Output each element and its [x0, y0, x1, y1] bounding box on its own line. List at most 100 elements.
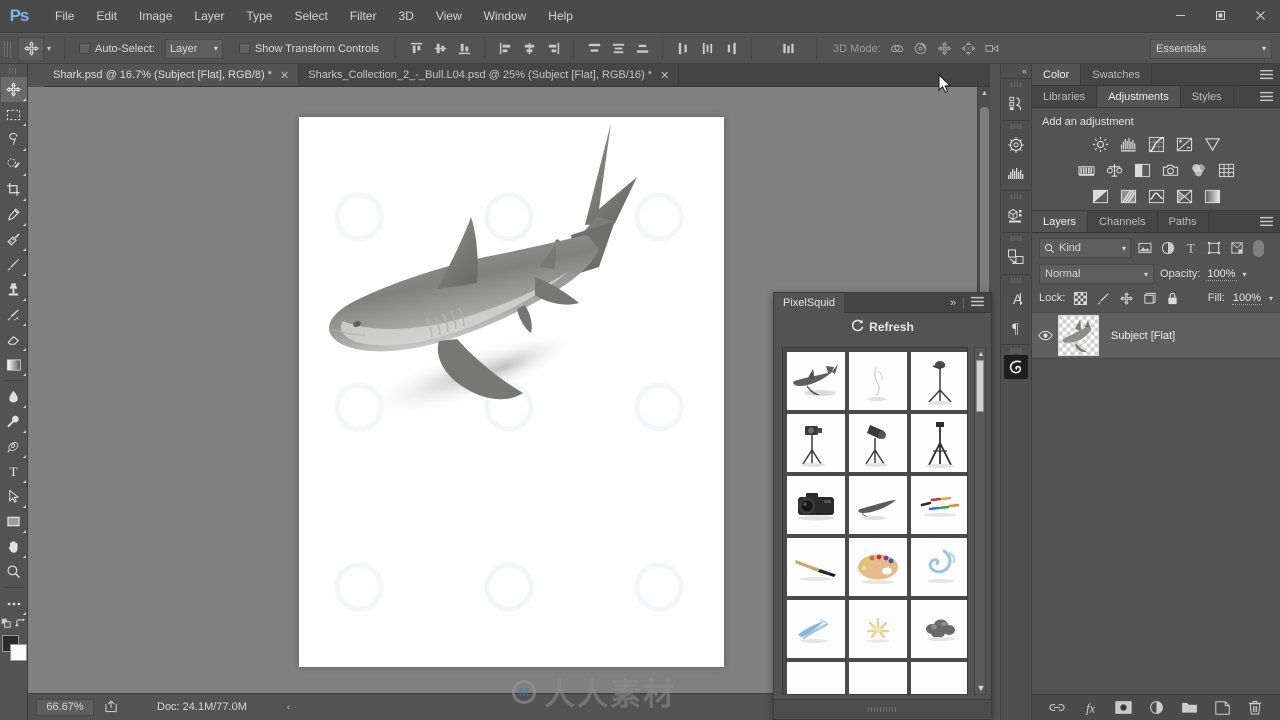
workspace-dropdown[interactable]: Essentials ▾ [1150, 38, 1272, 59]
refresh-button[interactable]: Refresh [774, 313, 991, 340]
opacity-value[interactable]: 100% [1206, 268, 1237, 281]
align-bottom-edges-icon[interactable] [452, 38, 476, 60]
measurement-log-panel-icon[interactable] [1002, 201, 1030, 229]
fill-value[interactable]: 100% [1231, 292, 1262, 305]
move-tool-icon[interactable] [18, 36, 44, 61]
color-balance-icon[interactable] [1105, 161, 1124, 180]
edit-toolbar-tool[interactable] [1, 591, 27, 616]
panel-menu-icon[interactable] [1253, 64, 1280, 85]
fill-chevron-icon[interactable]: ▾ [1269, 294, 1273, 303]
menu-help[interactable]: Help [537, 4, 584, 28]
document-canvas[interactable] [299, 117, 724, 667]
brush-tool[interactable] [1, 252, 27, 277]
panel-menu-icon[interactable] [1253, 211, 1280, 232]
invert-icon[interactable] [1091, 187, 1110, 206]
eraser-tool[interactable] [1, 327, 27, 352]
filter-enable-toggle[interactable] [1253, 239, 1264, 257]
tab-pixelsquid[interactable]: PixelSquid [774, 292, 844, 313]
menu-image[interactable]: Image [128, 4, 183, 28]
list-item[interactable] [787, 538, 845, 596]
list-item[interactable] [911, 538, 967, 596]
tab-swatches[interactable]: Swatches [1081, 64, 1152, 85]
spot-healing-brush-tool[interactable] [1, 227, 27, 252]
hand-tool[interactable] [1, 534, 27, 559]
close-icon[interactable]: ✕ [660, 69, 669, 82]
filter-smart-objects-icon[interactable] [1227, 238, 1246, 258]
lock-all-icon[interactable] [1164, 290, 1180, 306]
tab-layers[interactable]: Layers [1032, 211, 1089, 232]
distribute-vertical-centers-icon[interactable] [606, 38, 630, 60]
tool-preset-chevron-icon[interactable]: ▾ [47, 44, 51, 53]
list-item[interactable] [911, 414, 967, 472]
panel-menu-icon[interactable] [1253, 86, 1280, 107]
options-bar-grip[interactable] [4, 37, 13, 60]
scroll-up-arrow-icon[interactable]: ▲ [975, 348, 987, 360]
list-item[interactable] [849, 476, 907, 534]
menu-filter[interactable]: Filter [339, 4, 388, 28]
lock-artboard-nesting-icon[interactable] [1141, 290, 1157, 306]
menu-layer[interactable]: Layer [183, 4, 235, 28]
hue-saturation-icon[interactable] [1077, 161, 1096, 180]
opacity-chevron-icon[interactable]: ▾ [1243, 270, 1247, 279]
scale-3d-object-icon[interactable] [981, 38, 1005, 60]
zoom-tool[interactable] [1, 559, 27, 584]
list-item[interactable] [787, 662, 845, 694]
minimize-button[interactable] [1160, 0, 1200, 30]
exposure-icon[interactable] [1175, 135, 1194, 154]
align-left-edges-icon[interactable] [493, 38, 517, 60]
add-layer-mask-icon[interactable] [1114, 699, 1132, 716]
list-item[interactable] [787, 352, 845, 410]
swap-colors-icon[interactable] [14, 617, 27, 629]
curves-icon[interactable] [1147, 135, 1166, 154]
list-item[interactable] [787, 476, 845, 534]
character-panel-icon[interactable]: A [1002, 285, 1030, 313]
eyedropper-tool[interactable] [1, 202, 27, 227]
blur-tool[interactable] [1, 384, 27, 409]
lock-position-icon[interactable] [1118, 290, 1134, 306]
selective-color-icon[interactable] [1175, 187, 1194, 206]
tab-styles[interactable]: Styles [1180, 86, 1234, 107]
clone-source-panel-icon[interactable] [1002, 243, 1030, 271]
rail-grip[interactable] [1011, 124, 1021, 129]
layer-thumbnail[interactable] [1058, 315, 1099, 356]
list-item[interactable] [911, 600, 967, 658]
menu-view[interactable]: View [425, 4, 473, 28]
distribute-top-edges-icon[interactable] [582, 38, 606, 60]
align-vertical-centers-icon[interactable] [428, 38, 452, 60]
show-transform-checkbox[interactable] [238, 43, 250, 54]
maximize-button[interactable] [1200, 0, 1240, 30]
new-group-icon[interactable] [1181, 699, 1198, 716]
paragraph-panel-icon[interactable]: ¶ [1002, 313, 1030, 341]
blend-mode-dropdown[interactable]: Normal ▾ [1039, 264, 1154, 284]
auto-select-group[interactable]: Auto-Select: [79, 43, 155, 55]
layer-filter-kind-dropdown[interactable]: Kind ▾ [1039, 238, 1131, 258]
pen-tool[interactable] [1, 434, 27, 459]
pixelsquid-panel-icon[interactable] [1004, 355, 1028, 379]
rail-grip[interactable] [1011, 194, 1021, 199]
distribute-horizontal-centers-icon[interactable] [695, 38, 719, 60]
filter-adjustment-layers-icon[interactable] [1158, 238, 1177, 258]
new-layer-icon[interactable] [1214, 699, 1231, 716]
vibrance-icon[interactable] [1203, 135, 1222, 154]
scroll-down-arrow-icon[interactable]: ▼ [975, 682, 987, 694]
link-layers-icon[interactable] [1049, 699, 1066, 716]
document-tab-sharks-collection[interactable]: Sharks_Collection_2_-_Bull.L04.psd @ 25%… [299, 64, 680, 86]
black-and-white-icon[interactable] [1133, 161, 1152, 180]
expand-panel-icon[interactable]: » [950, 297, 956, 309]
auto-select-target-dropdown[interactable]: Layer ▾ [164, 38, 223, 59]
layer-visibility-toggle[interactable] [1032, 330, 1058, 341]
filter-pixel-layers-icon[interactable] [1135, 238, 1154, 258]
rotate-3d-object-icon[interactable] [885, 38, 909, 60]
lock-image-pixels-icon[interactable] [1095, 290, 1111, 306]
rail-grip[interactable] [1011, 82, 1021, 87]
list-item[interactable] [787, 600, 845, 658]
align-top-edges-icon[interactable] [404, 38, 428, 60]
brightness-contrast-icon[interactable] [1091, 135, 1110, 154]
menu-select[interactable]: Select [283, 4, 338, 28]
resize-grip[interactable] [867, 707, 898, 712]
list-item[interactable] [849, 600, 907, 658]
rail-grip[interactable] [1011, 278, 1021, 283]
close-icon[interactable]: ✕ [280, 69, 289, 82]
3d-panel-icon[interactable] [1002, 131, 1030, 159]
list-item[interactable] [787, 414, 845, 472]
